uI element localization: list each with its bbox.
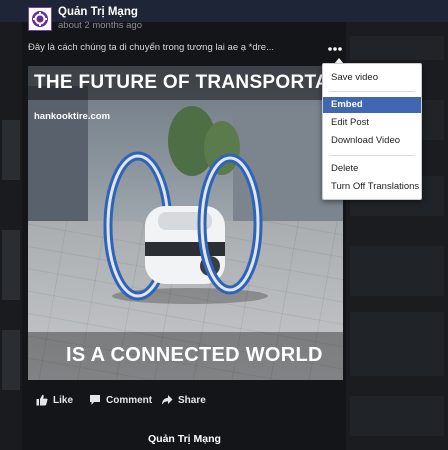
menu-item-turn-off-translations[interactable]: Turn Off Translations	[323, 179, 421, 195]
menu-item-edit-post[interactable]: Edit Post	[323, 115, 421, 131]
background-block	[350, 396, 444, 436]
menu-item-save-video[interactable]: Save video	[323, 70, 421, 86]
share-button[interactable]: Share	[161, 394, 206, 406]
comment-icon	[90, 395, 100, 405]
video-scene-building	[28, 86, 88, 236]
share-label: Share	[178, 394, 206, 406]
menu-separator	[329, 91, 415, 92]
share-arrow-icon	[161, 395, 173, 405]
background-block	[350, 246, 444, 296]
post-text: Đây là cách chúng ta di chuyển trong tươ…	[28, 42, 275, 53]
like-button[interactable]: Like	[36, 394, 73, 406]
video-vehicle-image	[103, 151, 268, 304]
video-caption-text: IS A CONNECTED WORLD	[66, 344, 323, 366]
comment-button[interactable]: Comment	[89, 394, 152, 406]
menu-item-embed[interactable]: Embed	[323, 97, 421, 113]
video-source-text: hankooktire.com	[34, 111, 111, 122]
page-logo-icon	[32, 11, 48, 27]
background-thumbnail	[2, 330, 20, 390]
post-page-name[interactable]: Quản Trị Mạng	[58, 6, 138, 18]
page-avatar[interactable]	[28, 7, 52, 31]
footer-page-name[interactable]: Quản Trị Mạng	[148, 433, 221, 445]
ellipsis-icon	[328, 47, 342, 51]
comment-label: Comment	[106, 394, 153, 406]
menu-item-delete[interactable]: Delete	[323, 161, 421, 177]
menu-separator	[329, 155, 415, 156]
video-player[interactable]: THE FUTURE OF TRANSPORTATIO hankooktire.…	[28, 66, 343, 380]
background-thumbnail	[2, 230, 20, 300]
thumbs-up-icon	[36, 394, 48, 406]
background-block	[350, 312, 444, 376]
post-options-menu: Save video Embed Edit Post Download Vide…	[322, 63, 422, 200]
background-thumbnail	[2, 120, 20, 180]
video-title-text: THE FUTURE OF TRANSPORTATIO	[34, 72, 343, 93]
like-label: Like	[53, 394, 74, 406]
menu-item-download-video[interactable]: Download Video	[323, 133, 421, 149]
post-timestamp[interactable]: about 2 months ago	[58, 20, 142, 31]
background-block	[350, 36, 444, 60]
post-options-button[interactable]	[326, 44, 344, 54]
